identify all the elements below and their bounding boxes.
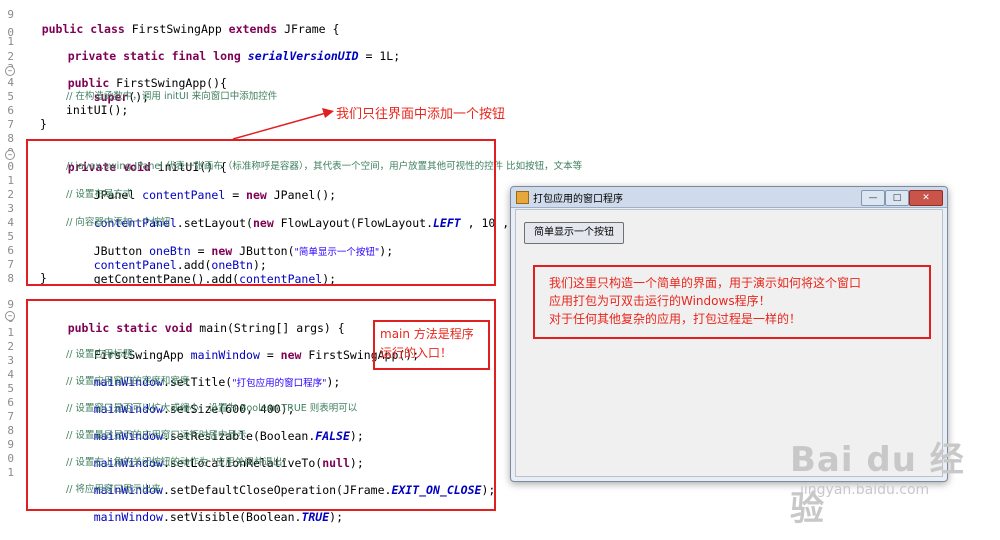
- baidu-jingyan-watermark: Bai du 经验 jingyan.baidu.com: [790, 432, 990, 529]
- line-number: 6: [7, 396, 14, 409]
- line-number: 0: [7, 452, 14, 465]
- line-number: 0: [7, 160, 14, 173]
- line-number: 6: [7, 104, 14, 117]
- line-number: 6: [7, 244, 14, 257]
- code-line-super: super();: [93, 90, 150, 104]
- line-number: 7: [7, 118, 14, 131]
- line-number: 1: [7, 466, 14, 479]
- line-number: 4: [7, 76, 14, 89]
- watermark-url: jingyan.baidu.com: [800, 482, 930, 498]
- main-callout-line: 运行的入口！: [380, 346, 453, 360]
- window-controls: — □ ✕: [861, 190, 943, 206]
- initui-callout-text: 我们只往界面中添加一个按钮: [336, 107, 506, 122]
- line-number: 8: [7, 272, 14, 285]
- close-button[interactable]: ✕: [909, 190, 943, 206]
- line-number: 5: [7, 90, 14, 103]
- line-number: 9: [7, 438, 14, 451]
- code-line-brace: }: [40, 117, 47, 131]
- display-button[interactable]: 简单显示一个按钮: [524, 222, 624, 244]
- line-number: 1: [7, 326, 14, 339]
- code-line-initui-call: initUI();: [66, 103, 129, 117]
- minimize-button[interactable]: —: [861, 190, 885, 206]
- explanation-note-line: 我们这里只构造一个简单的界面，用于演示如何将这个窗口: [549, 276, 862, 290]
- line-number: 8: [7, 424, 14, 437]
- fold-collapse-icon[interactable]: −: [5, 66, 15, 76]
- line-number: 2: [7, 188, 14, 201]
- window-titlebar[interactable]: 打包应用的窗口程序 — □ ✕: [511, 187, 947, 208]
- explanation-note-line: 应用打包为可双击运行的Windows程序！: [549, 294, 771, 308]
- line-number: 2: [7, 340, 14, 353]
- line-number: 4: [7, 368, 14, 381]
- line-number: 1: [7, 174, 14, 187]
- line-number: 9: [7, 298, 14, 311]
- line-number: 5: [7, 230, 14, 243]
- code-comment: // 在构造函数中，调用 initUI 来向窗口中添加控件: [66, 91, 278, 102]
- line-number: 4: [7, 216, 14, 229]
- window-title: 打包应用的窗口程序: [533, 194, 623, 205]
- fold-collapse-icon[interactable]: −: [5, 150, 15, 160]
- line-number: 1: [7, 35, 14, 48]
- watermark-logo: Bai du 经验: [790, 440, 965, 529]
- java-app-icon: [516, 191, 529, 204]
- main-callout-line: main 方法是程序: [380, 327, 474, 341]
- explanation-note-box: 我们这里只构造一个简单的界面，用于演示如何将这个窗口 应用打包为可双击运行的Wi…: [533, 265, 931, 339]
- initui-highlight-box: [26, 139, 496, 286]
- code-line-serial-version: private static final long serialVersionU…: [67, 49, 401, 63]
- line-number: 7: [7, 410, 14, 423]
- line-number: 8: [7, 132, 14, 145]
- code-line-constructor: public FirstSwingApp(){: [67, 76, 227, 90]
- code-line-class-declaration: public class FirstSwingApp extends JFram…: [41, 22, 340, 36]
- maximize-button[interactable]: □: [885, 190, 909, 206]
- line-number: 5: [7, 382, 14, 395]
- explanation-note-line: 对于任何其他复杂的应用，打包过程是一样的！: [549, 312, 802, 326]
- line-number: 9: [7, 8, 14, 21]
- line-number: 7: [7, 258, 14, 271]
- line-number: 3: [7, 354, 14, 367]
- line-number: 3: [7, 202, 14, 215]
- fold-collapse-icon[interactable]: −: [5, 311, 15, 321]
